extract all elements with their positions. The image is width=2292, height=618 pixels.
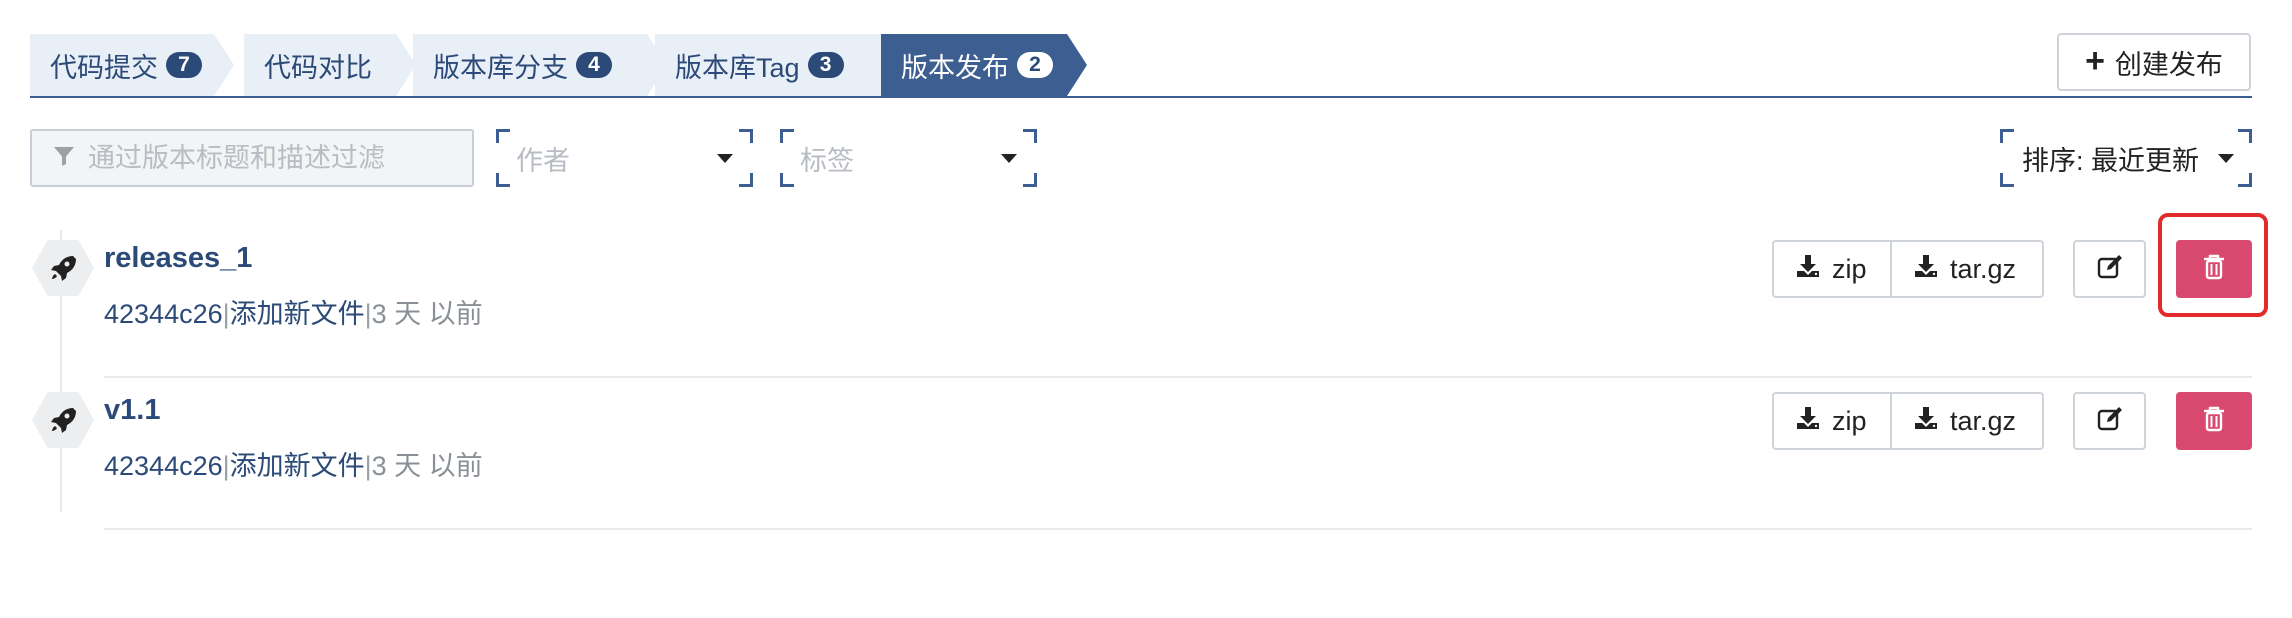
commit-message-link[interactable]: 添加新文件 [230,299,365,329]
download-zip-label: zip [1832,253,1867,284]
release-item: v1.1 42344c26|添加新文件|3 天 以前 zip tar.gz [30,380,2252,530]
tab-count-badge: 3 [808,52,844,78]
search-input[interactable] [88,142,448,174]
release-item: releases_1 42344c26|添加新文件|3 天 以前 zip tar… [30,228,2252,378]
download-group: zip tar.gz [1772,240,2044,298]
download-tar-button[interactable]: tar.gz [1890,392,2044,450]
commit-message-link[interactable]: 添加新文件 [230,451,365,481]
commit-hash-link[interactable]: 42344c26 [104,451,223,481]
search-filter [30,129,474,187]
release-title[interactable]: releases_1 [104,242,252,275]
tab-branches[interactable]: 版本库分支 4 [413,34,667,96]
tab-label: 代码对比 [264,52,372,83]
select-corner [2000,129,2014,143]
release-time: 3 天 以前 [371,451,483,481]
download-tar-label: tar.gz [1950,253,2017,284]
commit-hash-link[interactable]: 42344c26 [104,299,223,329]
rocket-icon [32,392,94,448]
filter-icon [52,144,76,173]
download-zip-label: zip [1832,405,1867,436]
tab-tags[interactable]: 版本库Tag 3 [655,34,905,96]
tab-count-badge: 7 [166,52,202,78]
meta-separator: | [364,451,372,481]
plus-icon: + [2085,41,2105,80]
tag-placeholder: 标签 [800,145,854,176]
tab-underline [30,96,2252,98]
delete-release-button[interactable] [2176,240,2252,298]
select-corner [2000,173,2014,187]
download-zip-button[interactable]: zip [1772,240,1892,298]
tag-select[interactable]: 标签 [780,129,1037,187]
select-corner [2238,129,2252,143]
edit-icon [2095,404,2125,439]
tab-count-badge: 4 [576,52,612,78]
create-release-button[interactable]: + 创建发布 [2057,33,2251,91]
select-corner [780,173,794,187]
select-corner [739,129,753,143]
select-corner [496,173,510,187]
meta-separator: | [222,299,230,329]
row-divider [104,528,2252,530]
select-corner [1023,173,1037,187]
download-icon [1912,404,1940,439]
tab-bar: 代码提交 7 代码对比 版本库分支 4 版本库Tag 3 版本发布 2 [30,34,2252,97]
trash-icon [2201,253,2227,286]
tab-label: 代码提交 [50,52,158,83]
release-title[interactable]: v1.1 [104,394,160,427]
rocket-icon [32,240,94,296]
download-icon [1912,252,1940,287]
release-meta: 42344c26|添加新文件|3 天 以前 [104,292,483,331]
tab-count-badge: 2 [1017,52,1053,78]
meta-separator: | [364,299,372,329]
author-select[interactable]: 作者 [496,129,753,187]
edit-release-button[interactable] [2073,240,2146,298]
tab-label: 版本发布 [901,52,1009,83]
author-placeholder: 作者 [516,145,570,176]
tab-commits[interactable]: 代码提交 7 [30,34,234,96]
select-corner [1023,129,1037,143]
tab-label: 版本库Tag [675,52,800,83]
row-divider [104,376,2252,378]
download-icon [1794,404,1822,439]
trash-icon [2201,405,2227,438]
tab-compare[interactable]: 代码对比 [244,34,416,96]
release-meta: 42344c26|添加新文件|3 天 以前 [104,444,483,483]
sort-select[interactable]: 排序: 最近更新 [2000,129,2252,187]
tab-releases[interactable]: 版本发布 2 [881,34,1087,96]
chevron-down-icon [2218,153,2234,163]
edit-icon [2095,252,2125,287]
select-corner [739,173,753,187]
delete-release-button[interactable] [2176,392,2252,450]
select-corner [780,129,794,143]
sort-label: 排序: 最近更新 [2022,145,2200,176]
download-icon [1794,252,1822,287]
tab-label: 版本库分支 [433,52,568,83]
create-release-label: 创建发布 [2114,49,2223,80]
meta-separator: | [222,451,230,481]
select-corner [496,129,510,143]
download-zip-button[interactable]: zip [1772,392,1892,450]
chevron-down-icon [717,153,733,163]
chevron-down-icon [1001,153,1017,163]
select-corner [2238,173,2252,187]
download-group: zip tar.gz [1772,392,2044,450]
edit-release-button[interactable] [2073,392,2146,450]
release-time: 3 天 以前 [371,299,483,329]
download-tar-label: tar.gz [1950,405,2017,436]
download-tar-button[interactable]: tar.gz [1890,240,2044,298]
